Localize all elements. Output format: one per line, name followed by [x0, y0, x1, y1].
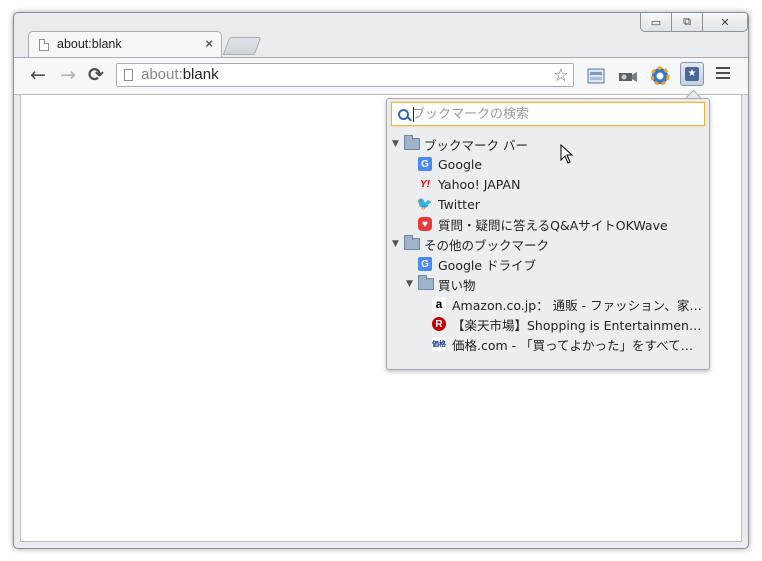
- bookmark-item[interactable]: 価格 価格.com - 「買ってよかった」をすべての…: [432, 334, 702, 354]
- search-icon: [398, 109, 409, 120]
- folder-label: その他のブックマーク: [424, 237, 550, 253]
- bookmarks-popup: ▼ ブックマーク バー G Google Y! Yahoo! JAPAN 🐦 T…: [386, 98, 710, 370]
- extension-panel-icon[interactable]: [586, 66, 606, 86]
- toolbar: ← → ⟳ about:blank ☆ ★: [14, 57, 748, 95]
- reload-button[interactable]: ⟳: [84, 64, 108, 86]
- bookmark-label: Google ドライブ: [438, 257, 537, 273]
- bookmark-label: 価格.com - 「買ってよかった」をすべての…: [452, 337, 702, 353]
- page-icon: [39, 39, 49, 51]
- folder-icon: [404, 135, 420, 150]
- yahoo-icon: Y!: [420, 178, 430, 190]
- extension-gear-icon[interactable]: [650, 66, 670, 86]
- forward-button[interactable]: →: [56, 64, 80, 86]
- folder-icon: [418, 275, 434, 290]
- folder-label: 買い物: [438, 277, 476, 293]
- address-bar[interactable]: about:blank ☆: [116, 63, 574, 87]
- url-scheme: about:: [141, 66, 183, 83]
- tab-about-blank[interactable]: about:blank ×: [28, 31, 222, 58]
- folder-other-bookmarks[interactable]: ▼ その他のブックマーク: [392, 234, 549, 254]
- bookmark-label: Amazon.co.jp： 通販 - ファッション、家…: [452, 297, 702, 313]
- bookmarks-button[interactable]: ★: [680, 62, 704, 86]
- hamburger-menu-icon[interactable]: [716, 67, 730, 82]
- bookmark-item[interactable]: a Amazon.co.jp： 通販 - ファッション、家…: [432, 294, 702, 314]
- folder-shopping[interactable]: ▼ 買い物: [406, 274, 476, 294]
- bookmark-item[interactable]: G Google ドライブ: [418, 254, 536, 274]
- back-button[interactable]: ←: [26, 64, 50, 86]
- okwave-heart-icon: ♥: [418, 217, 432, 231]
- bookmark-label: Google: [438, 156, 483, 172]
- bookmark-star-icon[interactable]: ☆: [553, 65, 569, 86]
- folder-icon: [404, 235, 420, 250]
- page-icon: [124, 69, 133, 81]
- bookmark-item[interactable]: R 【楽天市場】Shopping is Entertainment! …: [432, 314, 702, 334]
- folder-bookmark-bar[interactable]: ▼ ブックマーク バー: [392, 134, 528, 154]
- tab-title: about:blank: [57, 37, 122, 51]
- url-text[interactable]: about:blank: [141, 66, 219, 83]
- text-caret: [413, 107, 414, 122]
- expand-triangle-icon[interactable]: ▼: [406, 279, 416, 289]
- google-icon: G: [418, 157, 432, 171]
- expand-triangle-icon[interactable]: ▼: [392, 139, 402, 149]
- bookmark-label: Twitter: [438, 196, 480, 212]
- bookmark-item[interactable]: ♥ 質問・疑問に答えるQ&AサイトOKWave: [418, 214, 668, 234]
- bookmark-label: 質問・疑問に答えるQ&AサイトOKWave: [438, 217, 668, 233]
- amazon-icon: a: [432, 297, 446, 311]
- bookmark-search-field[interactable]: [391, 102, 705, 126]
- bookmark-item[interactable]: G Google: [418, 154, 482, 174]
- bookmark-item[interactable]: Y! Yahoo! JAPAN: [418, 174, 520, 194]
- bookmark-item[interactable]: 🐦 Twitter: [416, 194, 480, 214]
- bookmark-label: 【楽天市場】Shopping is Entertainment! …: [452, 317, 702, 333]
- extension-camera-icon[interactable]: [618, 66, 638, 86]
- expand-triangle-icon[interactable]: ▼: [392, 239, 402, 249]
- twitter-bird-icon: 🐦: [416, 196, 434, 211]
- kakaku-icon: 価格: [432, 337, 446, 351]
- google-icon: G: [418, 257, 432, 271]
- rakuten-icon: R: [432, 317, 446, 331]
- url-host: blank: [182, 66, 219, 83]
- tab-close-button[interactable]: ×: [205, 36, 213, 51]
- new-tab-button[interactable]: [222, 37, 262, 55]
- bookmark-star-icon: ★: [685, 67, 699, 81]
- folder-label: ブックマーク バー: [424, 137, 528, 153]
- bookmark-label: Yahoo! JAPAN: [438, 176, 521, 192]
- tab-strip: about:blank ×: [14, 27, 748, 58]
- bookmark-search-input[interactable]: [412, 105, 697, 123]
